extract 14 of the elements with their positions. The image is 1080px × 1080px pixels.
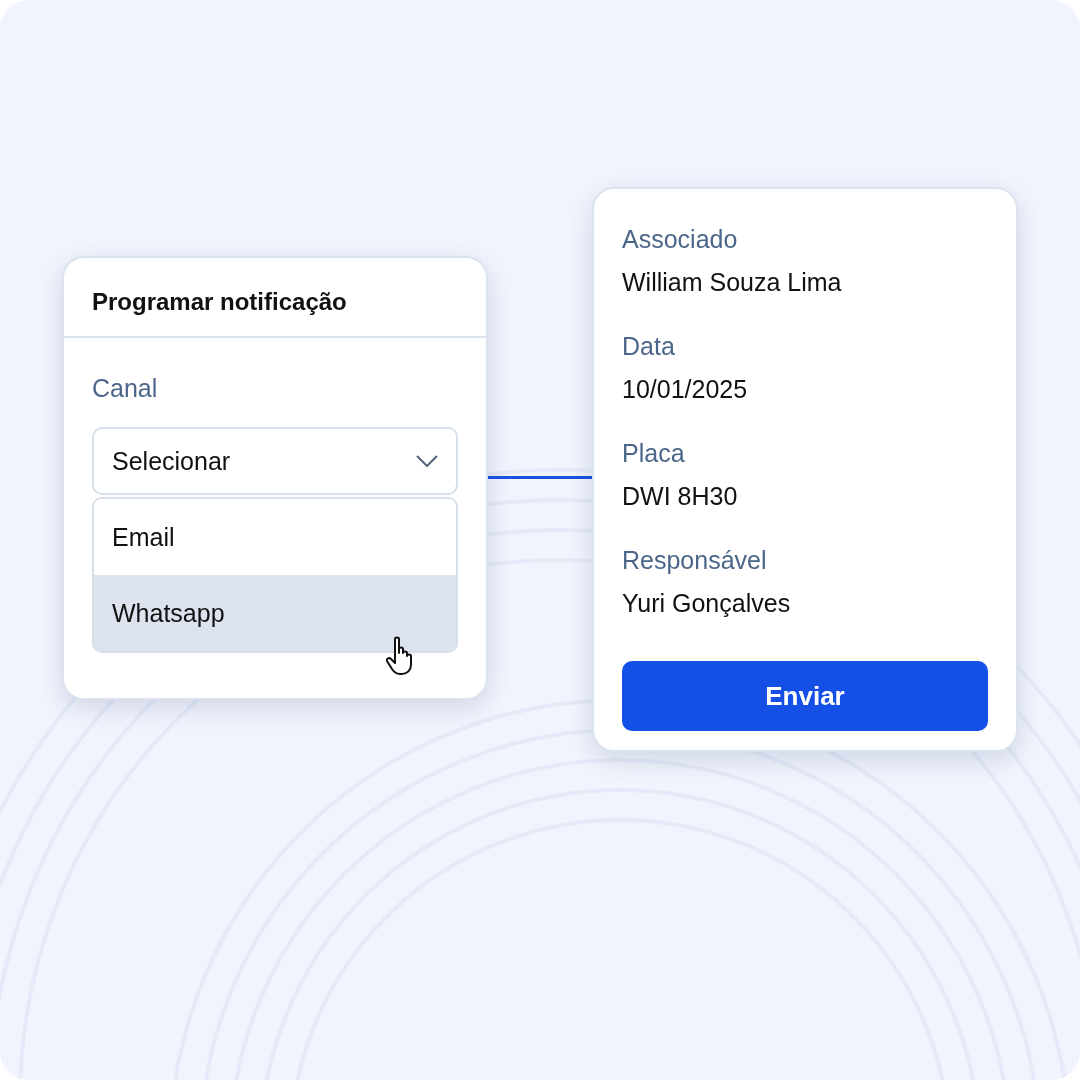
- dropdown-option[interactable]: Whatsapp: [94, 575, 456, 651]
- field-label: Associado: [622, 225, 739, 254]
- field-label: Data: [622, 332, 676, 361]
- card-title: Programar notificação: [92, 288, 347, 315]
- channel-select[interactable]: Selecionar: [92, 427, 458, 495]
- field-value: Yuri Gonçalves: [622, 589, 792, 618]
- field-label: Canal: [92, 374, 159, 403]
- field-value: 10/01/2025: [622, 375, 749, 404]
- send-button[interactable]: Enviar: [622, 661, 988, 731]
- field-label: Responsável: [622, 546, 768, 575]
- field-value: William Souza Lima: [622, 268, 843, 297]
- field-value: DWI 8H30: [622, 482, 739, 511]
- field-label: Placa: [622, 439, 686, 468]
- chevron-down-icon: [416, 455, 438, 467]
